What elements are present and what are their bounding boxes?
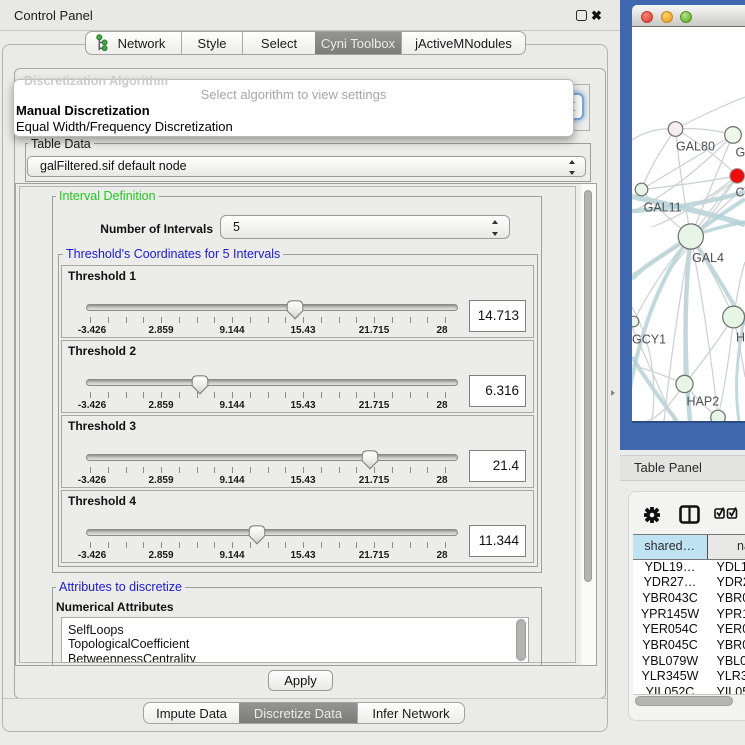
svg-text:C: C <box>736 186 745 200</box>
svg-text:HAP2: HAP2 <box>687 395 720 409</box>
svg-text:H: H <box>736 331 745 345</box>
svg-text:GAL80: GAL80 <box>676 140 715 154</box>
svg-text:GAL11: GAL11 <box>644 201 682 215</box>
svg-text:GAL4: GAL4 <box>692 251 724 265</box>
svg-text:GCY1: GCY1 <box>632 333 666 347</box>
svg-text:GAL: GAL <box>736 146 745 160</box>
